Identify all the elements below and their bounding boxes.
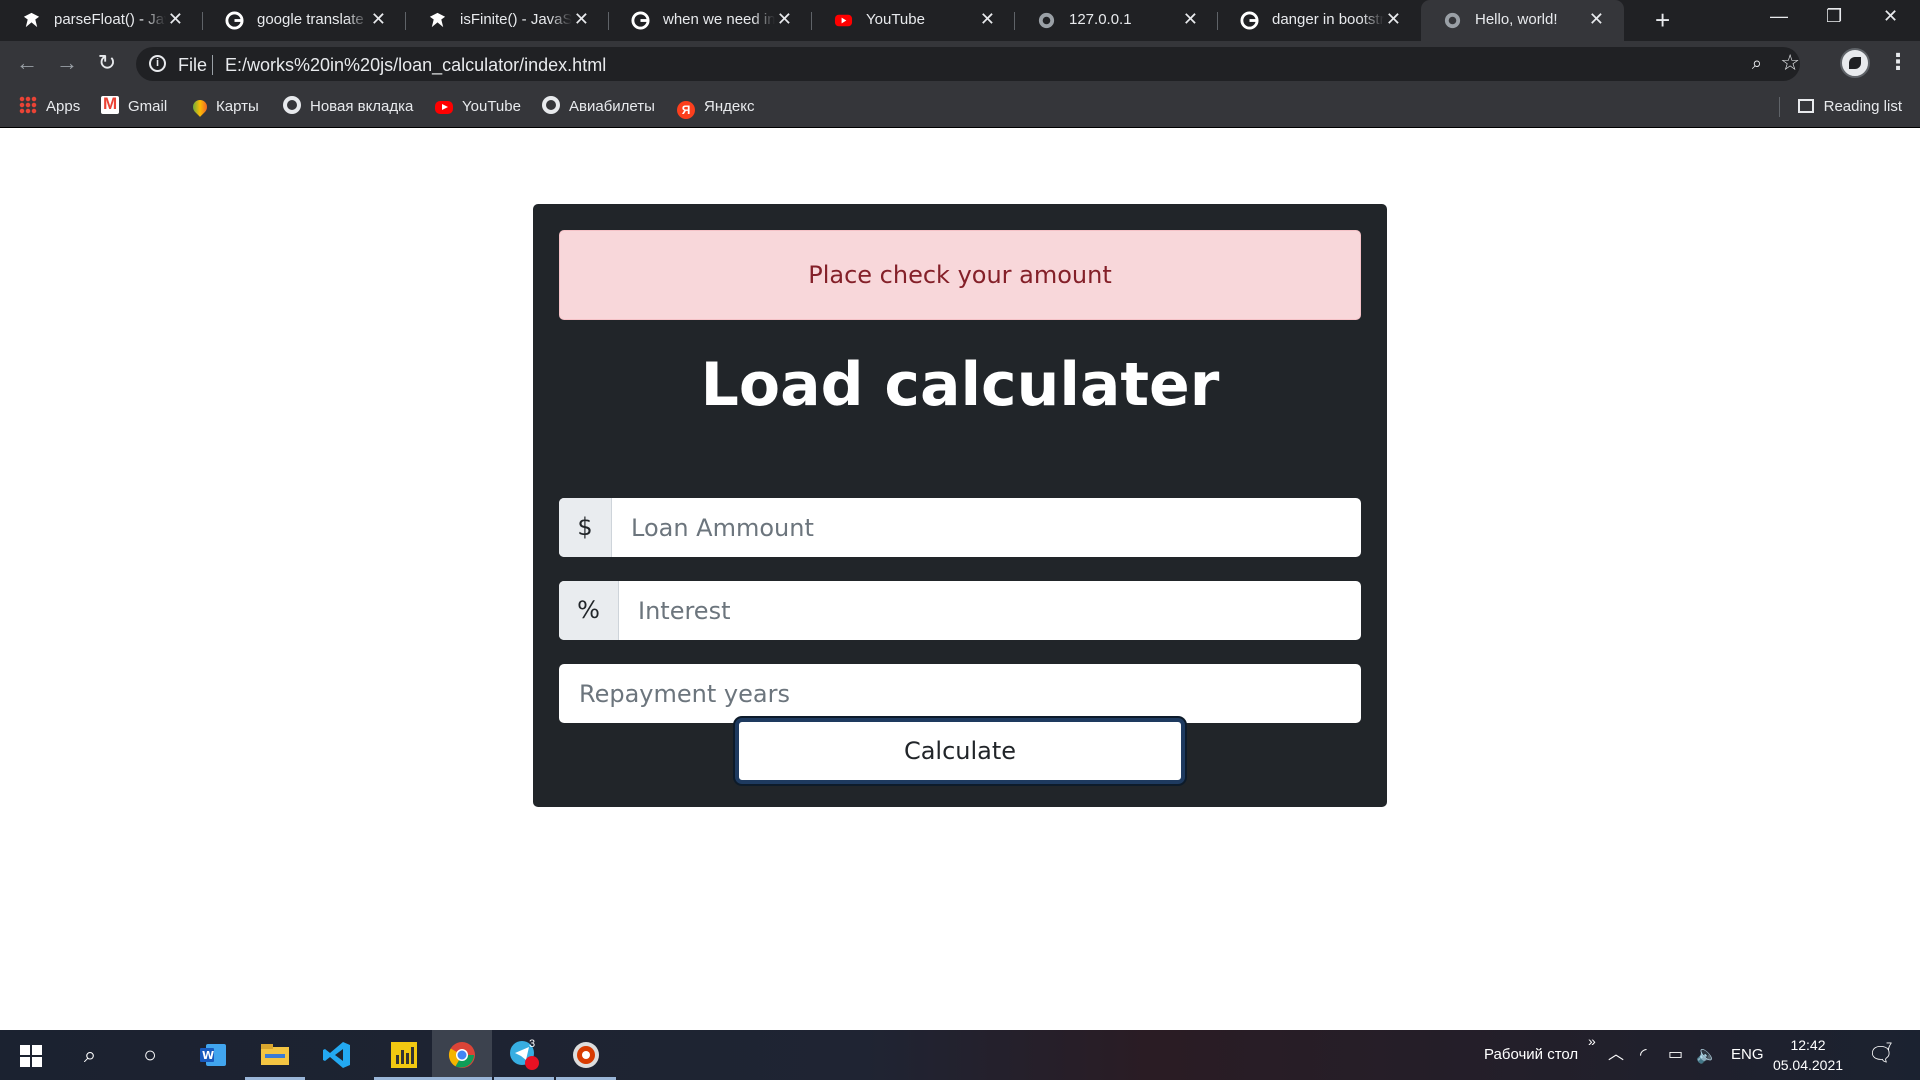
bookmark-apps[interactable]: Apps bbox=[19, 95, 80, 119]
close-tab-icon[interactable]: ✕ bbox=[1589, 9, 1604, 30]
forward-button[interactable]: → bbox=[52, 48, 82, 78]
clock-time: 12:42 bbox=[1790, 1037, 1826, 1053]
close-window-button[interactable]: ✕ bbox=[1883, 6, 1898, 27]
close-tab-icon[interactable]: ✕ bbox=[574, 9, 589, 30]
globe-icon bbox=[1038, 12, 1055, 29]
system-clock[interactable]: 12:42 05.04.2021 bbox=[1768, 1035, 1848, 1075]
loan-amount-group: $ bbox=[559, 498, 1361, 557]
close-tab-icon[interactable]: ✕ bbox=[1386, 9, 1401, 30]
bookmark-yandex[interactable]: Я Яндекс bbox=[677, 95, 754, 119]
back-button[interactable]: ← bbox=[12, 48, 42, 78]
new-tab-button[interactable]: + bbox=[1655, 5, 1670, 36]
volume-icon[interactable]: 🔈 bbox=[1696, 1030, 1717, 1080]
info-icon[interactable]: i bbox=[149, 55, 166, 72]
tab-google-translate[interactable]: google translate - Google ✕ bbox=[203, 0, 406, 41]
vscode-icon[interactable] bbox=[307, 1030, 367, 1080]
repayment-years-group bbox=[559, 664, 1361, 723]
menu-icon[interactable]: ⋮ bbox=[1887, 49, 1909, 75]
globe-icon bbox=[283, 96, 301, 114]
media-player-icon[interactable] bbox=[556, 1030, 616, 1080]
page-viewport: Place check your amount Load calculater … bbox=[0, 128, 1920, 1030]
loan-calculator-card: Place check your amount Load calculater … bbox=[533, 204, 1387, 807]
interest-group: % bbox=[559, 581, 1361, 640]
address-scheme: File bbox=[178, 55, 208, 75]
interest-input[interactable] bbox=[619, 581, 1361, 640]
restore-button[interactable]: ❐ bbox=[1826, 6, 1842, 27]
notifications-icon[interactable]: 🗨 bbox=[1868, 1030, 1893, 1080]
google-icon bbox=[631, 11, 650, 30]
globe-icon bbox=[542, 96, 560, 114]
mdn-icon bbox=[429, 12, 446, 28]
gmail-icon bbox=[101, 92, 119, 116]
clock-date: 05.04.2021 bbox=[1772, 1057, 1844, 1073]
mdn-icon bbox=[23, 12, 40, 28]
google-icon bbox=[1240, 11, 1259, 30]
tab-isfinite[interactable]: isFinite() - JavaScript ✕ bbox=[406, 0, 609, 41]
maps-icon bbox=[190, 97, 210, 117]
language-indicator[interactable]: ENG bbox=[1731, 1030, 1764, 1080]
chrome-icon[interactable] bbox=[432, 1030, 492, 1080]
address-bar[interactable]: i File E:/works%20in%20js/loan_calculato… bbox=[136, 47, 1800, 81]
close-tab-icon[interactable]: ✕ bbox=[1183, 9, 1198, 30]
show-hidden-icons-chevron-icon[interactable]: ︿ bbox=[1608, 1030, 1624, 1080]
calculate-button[interactable]: Calculate bbox=[735, 718, 1185, 784]
globe-icon bbox=[1444, 12, 1461, 29]
youtube-icon bbox=[435, 101, 453, 114]
loan-amount-input[interactable] bbox=[612, 498, 1361, 557]
tab-youtube[interactable]: YouTube ✕ bbox=[812, 0, 1015, 41]
word-icon[interactable]: W bbox=[183, 1030, 243, 1080]
apps-grid-icon bbox=[19, 96, 37, 114]
windows-taskbar: ⌕ ○ W 3 Рабочий стол » ︿ ◜ ▭ 🔈 ENG 12:42… bbox=[0, 1030, 1920, 1080]
reading-list-icon bbox=[1797, 99, 1814, 113]
desktop-toolbar-label[interactable]: Рабочий стол bbox=[1484, 1030, 1578, 1080]
bookmark-aviabilety[interactable]: Авиабилеты bbox=[542, 95, 655, 119]
dollar-addon: $ bbox=[559, 498, 612, 557]
powerbi-icon[interactable] bbox=[374, 1030, 434, 1080]
google-icon bbox=[225, 11, 244, 30]
bookmark-gmail[interactable]: Gmail bbox=[101, 92, 167, 119]
zoom-icon[interactable]: ⌕ bbox=[1752, 53, 1762, 74]
tab-danger-bootstrap[interactable]: danger in bootstrap ✕ bbox=[1218, 0, 1421, 41]
telegram-icon[interactable]: 3 bbox=[494, 1030, 554, 1080]
tab-when-we-need[interactable]: when we need inFinite ✕ bbox=[609, 0, 812, 41]
cortana-icon[interactable]: ○ bbox=[120, 1030, 180, 1080]
minimize-button[interactable]: — bbox=[1770, 6, 1788, 27]
start-button[interactable] bbox=[0, 1030, 60, 1080]
reading-list-button[interactable]: Reading list bbox=[1797, 95, 1902, 119]
reload-button[interactable]: ↻ bbox=[92, 48, 122, 78]
percent-addon: % bbox=[559, 581, 619, 640]
search-icon[interactable]: ⌕ bbox=[60, 1030, 120, 1080]
telegram-badge: 3 bbox=[529, 1038, 536, 1050]
yandex-icon: Я bbox=[677, 101, 695, 119]
error-alert: Place check your amount bbox=[559, 230, 1361, 320]
notifications-count: 7 bbox=[1886, 1041, 1893, 1053]
bookmark-star-icon[interactable]: ☆ bbox=[1780, 50, 1800, 76]
file-explorer-icon[interactable] bbox=[245, 1030, 305, 1080]
bookmark-maps[interactable]: Карты bbox=[190, 95, 259, 119]
tab-hello-world[interactable]: Hello, world! ✕ bbox=[1421, 0, 1624, 41]
repayment-years-input[interactable] bbox=[559, 664, 1361, 723]
address-url[interactable]: E:/works%20in%20js/loan_calculator/index… bbox=[225, 55, 606, 76]
bookmarks-bar: Apps Gmail Карты Новая вкладка YouTube А… bbox=[0, 87, 1920, 128]
close-tab-icon[interactable]: ✕ bbox=[777, 9, 792, 30]
svg-text:W: W bbox=[202, 1049, 214, 1062]
battery-icon[interactable]: ▭ bbox=[1668, 1030, 1683, 1080]
bookmark-youtube[interactable]: YouTube bbox=[435, 95, 521, 119]
bookmark-new-tab[interactable]: Новая вкладка bbox=[283, 95, 413, 119]
tab-strip: parseFloat() - JavaScript ✕ google trans… bbox=[0, 0, 1920, 41]
windows-logo-icon bbox=[20, 1045, 42, 1067]
wifi-icon[interactable]: ◜ bbox=[1640, 1030, 1647, 1080]
browser-toolbar: ← → ↻ i File E:/works%20in%20js/loan_cal… bbox=[0, 41, 1920, 87]
tab-parsefloat[interactable]: parseFloat() - JavaScript ✕ bbox=[0, 0, 203, 41]
close-tab-icon[interactable]: ✕ bbox=[168, 9, 183, 30]
page-title: Load calculater bbox=[700, 350, 1220, 420]
close-tab-icon[interactable]: ✕ bbox=[371, 9, 386, 30]
toolbar-expand-chevron[interactable]: » bbox=[1588, 1016, 1596, 1066]
youtube-icon bbox=[834, 14, 853, 27]
profile-avatar[interactable] bbox=[1840, 48, 1870, 78]
close-tab-icon[interactable]: ✕ bbox=[980, 9, 995, 30]
tab-localhost[interactable]: 127.0.0.1 ✕ bbox=[1015, 0, 1218, 41]
